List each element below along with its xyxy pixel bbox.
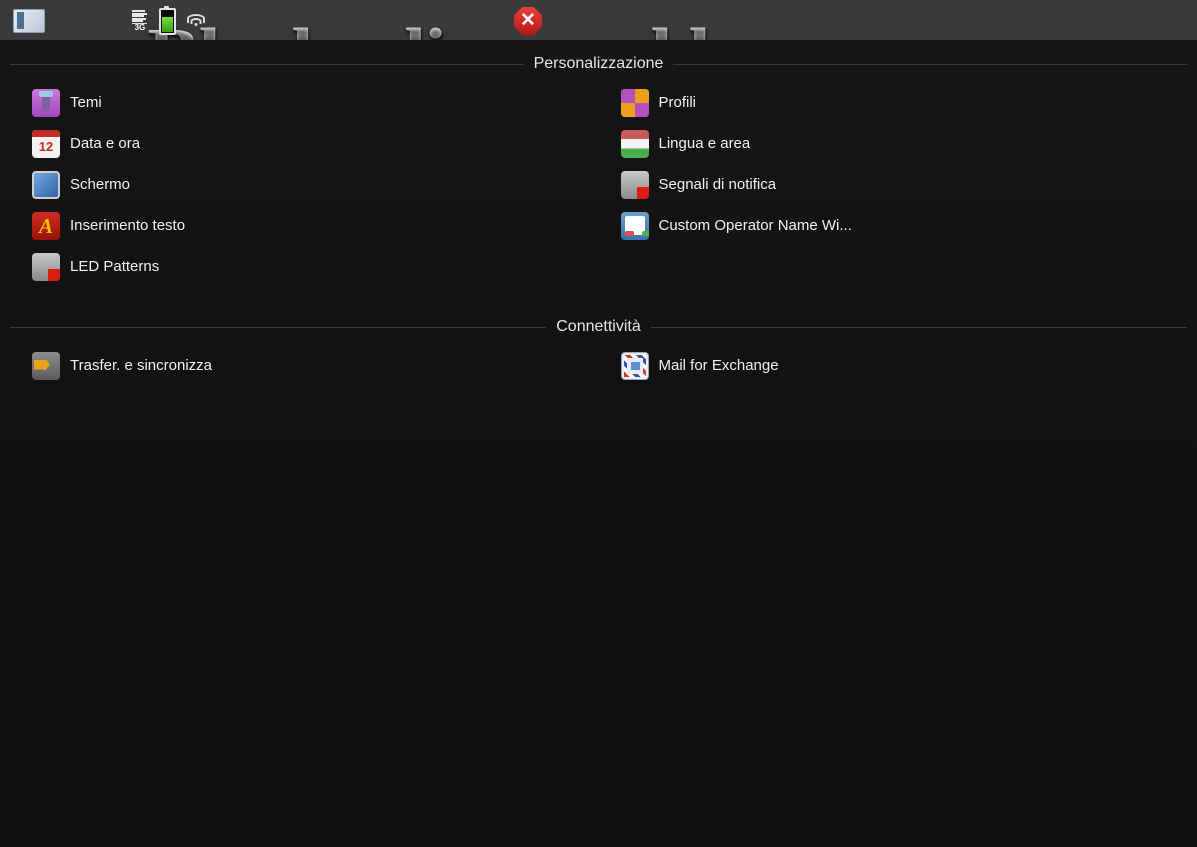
calendar-icon bbox=[32, 129, 60, 158]
section-header-personalizzazione: Personalizzazione bbox=[10, 46, 1188, 82]
settings-body[interactable]: Personalizzazione Temi Profili Data e or… bbox=[0, 40, 1197, 847]
item-label: Schermo bbox=[70, 176, 131, 193]
battery-icon bbox=[159, 5, 177, 35]
settings-item-inserimento-testo[interactable]: Inserimento testo bbox=[10, 205, 599, 246]
wifi-icon bbox=[187, 14, 206, 28]
item-label: Data e ora bbox=[70, 135, 141, 152]
settings-window: 11:53◆ 3G Impostazioni ✕ Personalizzazio… bbox=[0, 0, 1197, 847]
screenshot-canvas: Blacks diamond by mowmo 11:53◆ 3G ◘•••MO… bbox=[0, 0, 1197, 847]
network-type-label: 3G bbox=[132, 22, 148, 32]
transfer-icon bbox=[32, 351, 60, 380]
theme-icon bbox=[32, 88, 60, 117]
settings-items-grid-connectivity: Trasfer. e sincronizza Mail for Exchange bbox=[10, 345, 1187, 386]
item-label: Trasfer. e sincronizza bbox=[70, 357, 212, 374]
item-label: Inserimento testo bbox=[70, 217, 186, 234]
item-label: Temi bbox=[70, 94, 102, 111]
section-label: Personalizzazione bbox=[533, 55, 664, 72]
text-input-icon bbox=[32, 211, 60, 240]
settings-item-data-e-ora[interactable]: Data e ora bbox=[10, 123, 599, 164]
settings-item-led-patterns[interactable]: LED Patterns bbox=[10, 246, 599, 287]
section-header-connettivita: Connettività bbox=[10, 309, 1187, 345]
led-icon bbox=[32, 252, 60, 281]
item-label: LED Patterns bbox=[70, 258, 160, 275]
task-switcher-icon[interactable] bbox=[13, 9, 45, 33]
settings-items-grid: Temi Profili Data e ora Lingua e area Sc… bbox=[10, 82, 1187, 287]
settings-item-schermo[interactable]: Schermo bbox=[10, 164, 599, 205]
settings-item-trasferisci-sincronizza[interactable]: Trasfer. e sincronizza bbox=[10, 345, 599, 386]
signal-strength-icon: 3G bbox=[132, 10, 148, 32]
close-button[interactable]: ✕ bbox=[514, 7, 542, 35]
close-x-glyph: ✕ bbox=[520, 10, 536, 31]
screen-icon bbox=[32, 170, 60, 199]
settings-item-temi[interactable]: Temi bbox=[10, 82, 599, 123]
